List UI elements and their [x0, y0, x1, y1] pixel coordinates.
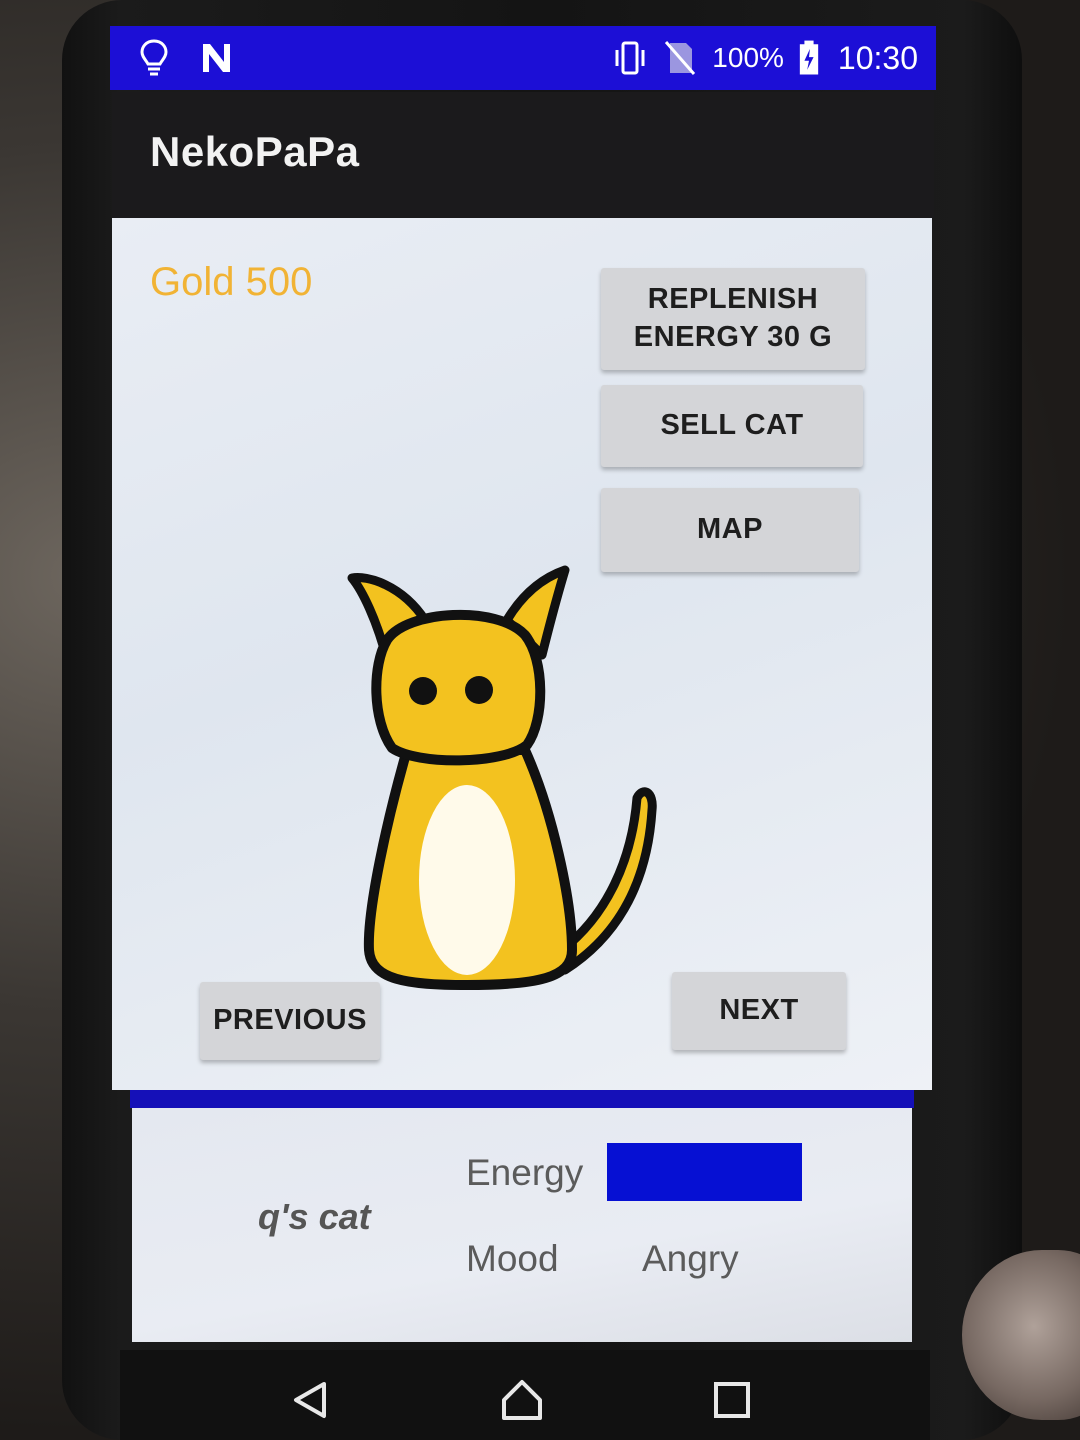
no-sim-icon [665, 41, 696, 75]
cat-right-eye [465, 676, 493, 704]
cat-belly [419, 785, 515, 975]
replenish-energy-button[interactable]: REPLENISH ENERGY 30 G [601, 268, 865, 370]
next-cat-button[interactable]: NEXT [672, 972, 846, 1050]
back-icon[interactable] [288, 1378, 332, 1422]
previous-cat-button[interactable]: PREVIOUS [200, 982, 380, 1060]
status-right-icons: 100% 10:30 [612, 38, 918, 78]
cat-head [371, 609, 546, 766]
n-notification-icon [203, 44, 230, 72]
app-bar: NekoPaPa [112, 92, 934, 218]
recents-icon[interactable] [710, 1378, 754, 1422]
cat-left-eye [409, 677, 437, 705]
battery-percent: 100% [712, 42, 784, 73]
section-divider [130, 1090, 914, 1108]
map-label: MAP [697, 513, 763, 546]
cat-name: q's cat [258, 1196, 371, 1237]
cat-illustration[interactable] [347, 560, 677, 1010]
next-label: NEXT [719, 994, 799, 1027]
energy-bar [607, 1143, 802, 1201]
app-title: NekoPaPa [150, 128, 360, 175]
mood-label: Mood [466, 1238, 559, 1279]
navigation-bar [120, 1350, 930, 1440]
lightbulb-icon [140, 39, 168, 76]
status-left-icons [136, 38, 234, 78]
energy-label: Energy [466, 1152, 584, 1193]
cat-stats-panel: q's cat Energy Mood Angry [132, 1108, 912, 1342]
sell-cat-button[interactable]: SELL CAT [601, 385, 863, 467]
battery-charging-icon [799, 40, 819, 75]
previous-label: PREVIOUS [213, 1004, 367, 1037]
replenish-energy-label: REPLENISH ENERGY 30 G [633, 283, 833, 353]
mood-value: Angry [642, 1238, 739, 1279]
energy-bar-fill [607, 1143, 802, 1201]
home-icon[interactable] [500, 1378, 544, 1422]
vibrate-icon [615, 41, 645, 75]
game-screen: Gold 500 REPLENISH ENERGY 30 G SELL CAT … [112, 218, 932, 1090]
gold-balance: Gold 500 [150, 260, 313, 304]
status-bar: 100% 10:30 [110, 26, 936, 90]
sell-cat-label: SELL CAT [660, 409, 804, 442]
clock: 10:30 [837, 39, 918, 76]
